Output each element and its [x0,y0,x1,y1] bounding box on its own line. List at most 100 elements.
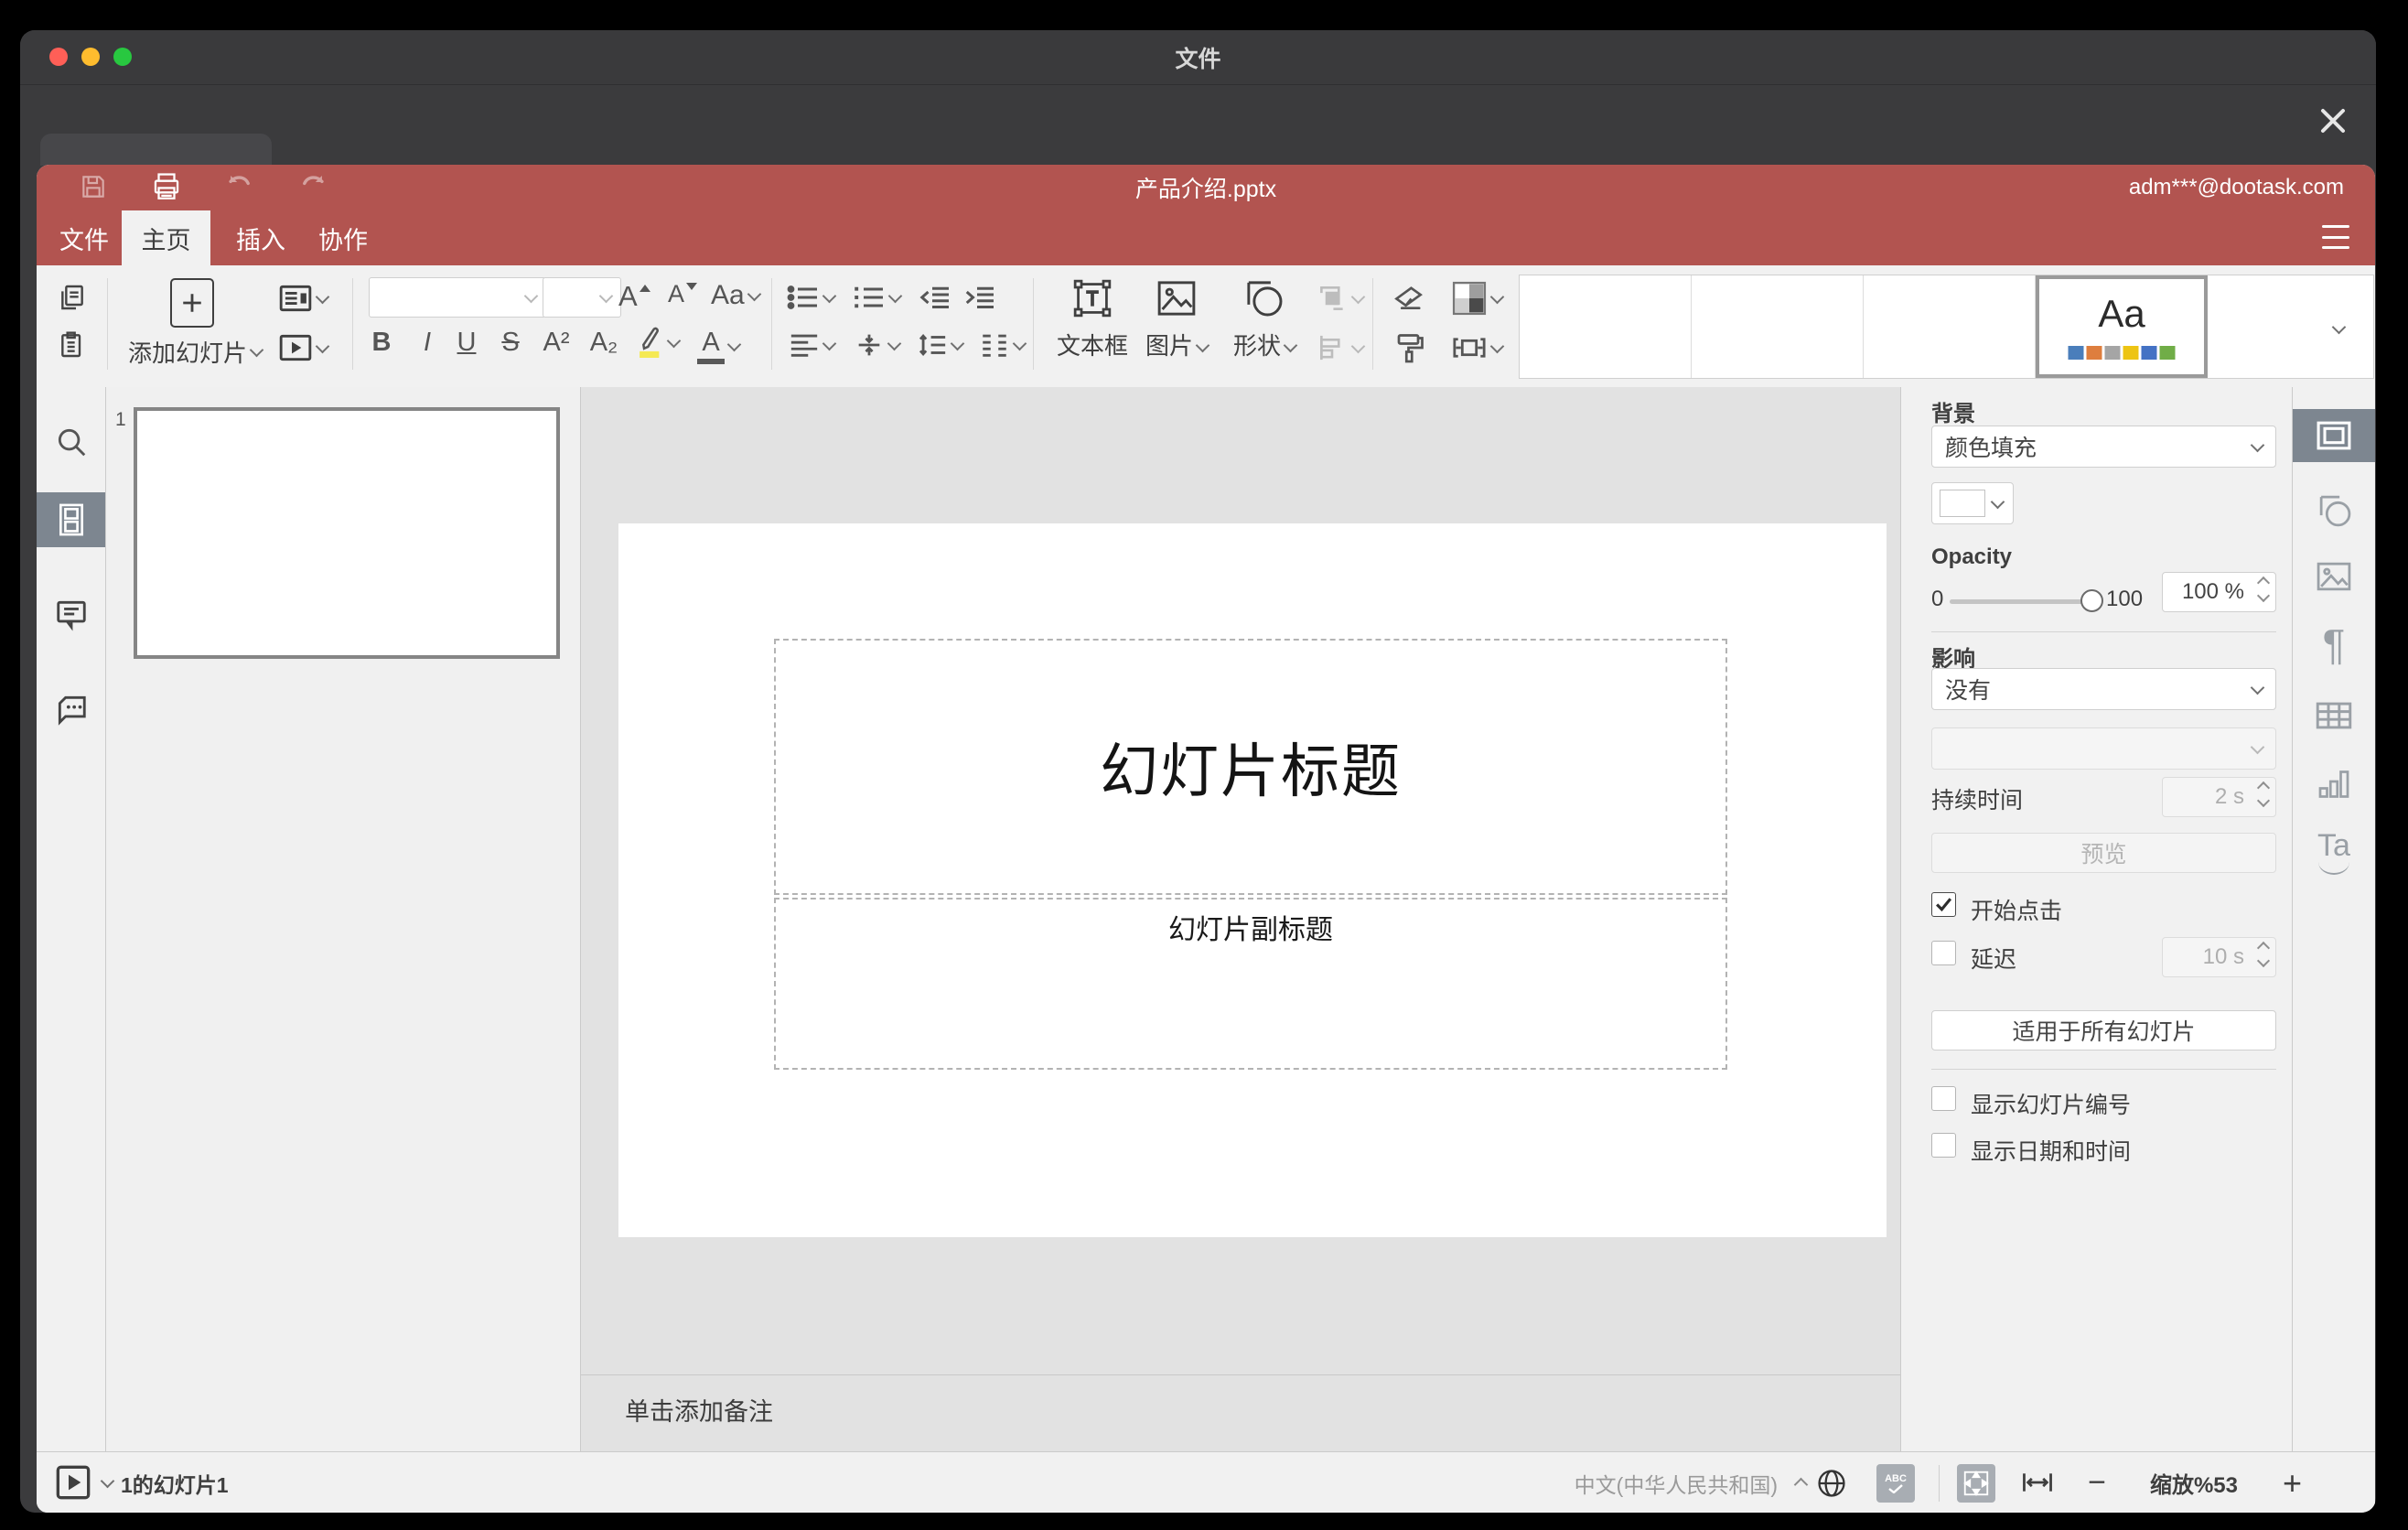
color-scheme-button[interactable] [1451,280,1505,317]
columns-button[interactable] [979,331,1027,359]
horizontal-align-button[interactable] [789,331,837,359]
slide-layout-button[interactable] [278,284,330,313]
shape-label: 形状 [1232,332,1281,360]
show-slide-number-checkbox[interactable] [1931,1086,1956,1111]
shape-button[interactable]: 形状 [1222,276,1306,361]
line-spacing-button[interactable] [917,331,965,359]
preview-button[interactable]: 预览 [1931,833,2276,873]
delay-label: 延迟 [1971,947,2017,973]
close-icon[interactable] [2317,105,2349,136]
shape-settings-tab[interactable] [2293,483,2375,536]
strikeout-button[interactable]: S [497,328,524,358]
font-color-button[interactable]: A [697,328,742,364]
add-slide-button[interactable]: 添加幻灯片 [128,335,264,369]
zoom-in-button[interactable]: + [2283,1452,2302,1513]
paste-icon[interactable] [55,328,90,362]
theme-cell[interactable] [1520,275,1692,378]
notes-divider[interactable] [581,1374,1900,1375]
textart-settings-tab[interactable]: Ta [2293,824,2375,878]
opacity-slider-track[interactable] [1950,599,2085,604]
slide-editor: 幻灯片标题 幻灯片副标题 单击添加备注 [581,387,1900,1451]
delay-spinner[interactable]: 10 s [2162,937,2276,977]
tab-collaboration[interactable]: 协作 [314,210,372,265]
clear-style-icon[interactable] [1392,284,1427,311]
paragraph-settings-tab[interactable]: ¶ [2293,618,2375,671]
start-slideshow-status-button[interactable] [55,1464,115,1501]
vertical-align-button[interactable] [854,331,902,359]
add-slide-icon[interactable] [170,278,214,328]
theme-cell[interactable] [1864,275,2036,378]
text-box-button[interactable]: 文本框 [1054,276,1131,361]
color-swatch [1940,490,1985,517]
macos-titlebar: 文件 [20,30,2376,85]
opacity-slider-thumb[interactable] [2080,589,2103,612]
image-button[interactable]: 图片 [1134,276,1219,361]
slide-size-button[interactable] [1451,333,1505,362]
comments-button[interactable] [37,587,105,641]
table-settings-tab[interactable] [2293,689,2375,742]
search-button[interactable] [37,415,105,469]
spell-check-button[interactable]: ABC [1876,1464,1915,1503]
subscript-button[interactable]: A₂ [586,328,621,358]
right-icon-strip: ¶ Ta [2292,387,2375,1451]
chart-settings-tab[interactable] [2293,758,2375,811]
fit-to-slide-button[interactable] [1957,1464,1995,1503]
slides-panel-button[interactable] [37,492,105,547]
slide-settings-tab[interactable] [2293,409,2375,462]
chat-button[interactable] [37,682,105,737]
left-sidebar [37,387,106,1451]
start-on-click-checkbox[interactable] [1931,892,1956,917]
delay-checkbox[interactable] [1931,941,1956,965]
theme-gallery-expand-button[interactable] [2305,275,2373,378]
apply-all-slides-button[interactable]: 适用于所有幻灯片 [1931,1010,2276,1051]
image-settings-tab[interactable] [2293,550,2375,603]
effect-option-select[interactable] [1931,727,2276,770]
font-name-select[interactable] [369,277,546,318]
window-title: 文件 [1175,46,1221,72]
align-objects-button[interactable] [1316,333,1366,362]
numbered-list-button[interactable] [853,284,903,311]
highlight-color-button[interactable] [633,324,682,361]
zoom-out-button[interactable]: − [2088,1452,2106,1513]
copy-style-icon[interactable] [1394,331,1425,364]
start-slideshow-button[interactable] [278,333,330,362]
fit-to-width-button[interactable] [2021,1469,2054,1496]
arrange-button[interactable] [1316,284,1366,313]
notes-placeholder[interactable]: 单击添加备注 [625,1392,773,1428]
increase-indent-icon[interactable] [962,284,997,311]
tab-home[interactable]: 主页 [122,210,210,265]
theme-cell[interactable] [2208,275,2305,378]
decrease-indent-icon[interactable] [918,284,952,311]
effect-select[interactable]: 没有 [1931,668,2276,710]
tab-file[interactable]: 文件 [55,210,113,265]
slide-thumbnail[interactable] [134,407,560,659]
dialog-chrome [20,85,2376,166]
bold-button[interactable]: B [368,328,395,358]
duration-spinner[interactable]: 2 s [2162,777,2276,817]
theme-cell-selected[interactable]: Aa [2036,275,2208,378]
fill-color-picker[interactable] [1931,482,2014,524]
theme-gallery: Aa [1519,275,2374,379]
opacity-value-spinner[interactable]: 100 % [2162,572,2276,612]
document-title: 产品介绍.pptx [1134,177,1277,202]
tab-insert[interactable]: 插入 [231,210,290,265]
change-case-button[interactable]: Aa [711,280,761,311]
language-selector[interactable]: 中文(中华人民共和国) [1575,1452,1778,1513]
superscript-button[interactable]: A² [539,328,574,358]
title-placeholder[interactable]: 幻灯片标题 [774,639,1727,895]
increase-font-icon[interactable]: A [618,280,650,313]
underline-button[interactable]: U [453,328,480,358]
menu-icon[interactable] [2322,225,2349,249]
decrease-font-icon[interactable]: A [668,280,698,308]
document-language-icon[interactable] [1816,1468,1847,1499]
italic-button[interactable]: I [414,328,441,358]
show-date-time-checkbox[interactable] [1931,1133,1956,1158]
theme-cell[interactable] [1692,275,1864,378]
font-size-select[interactable] [543,277,621,318]
subtitle-placeholder[interactable]: 幻灯片副标题 [774,898,1727,1070]
status-bar: 1的幻灯片1 中文(中华人民共和国) ABC − 缩放%53 + [37,1451,2375,1513]
copy-icon[interactable] [55,280,90,315]
fill-type-select[interactable]: 颜色填充 [1931,426,2276,468]
bullet-list-button[interactable] [787,284,837,311]
slide-canvas[interactable]: 幻灯片标题 幻灯片副标题 [618,523,1887,1237]
